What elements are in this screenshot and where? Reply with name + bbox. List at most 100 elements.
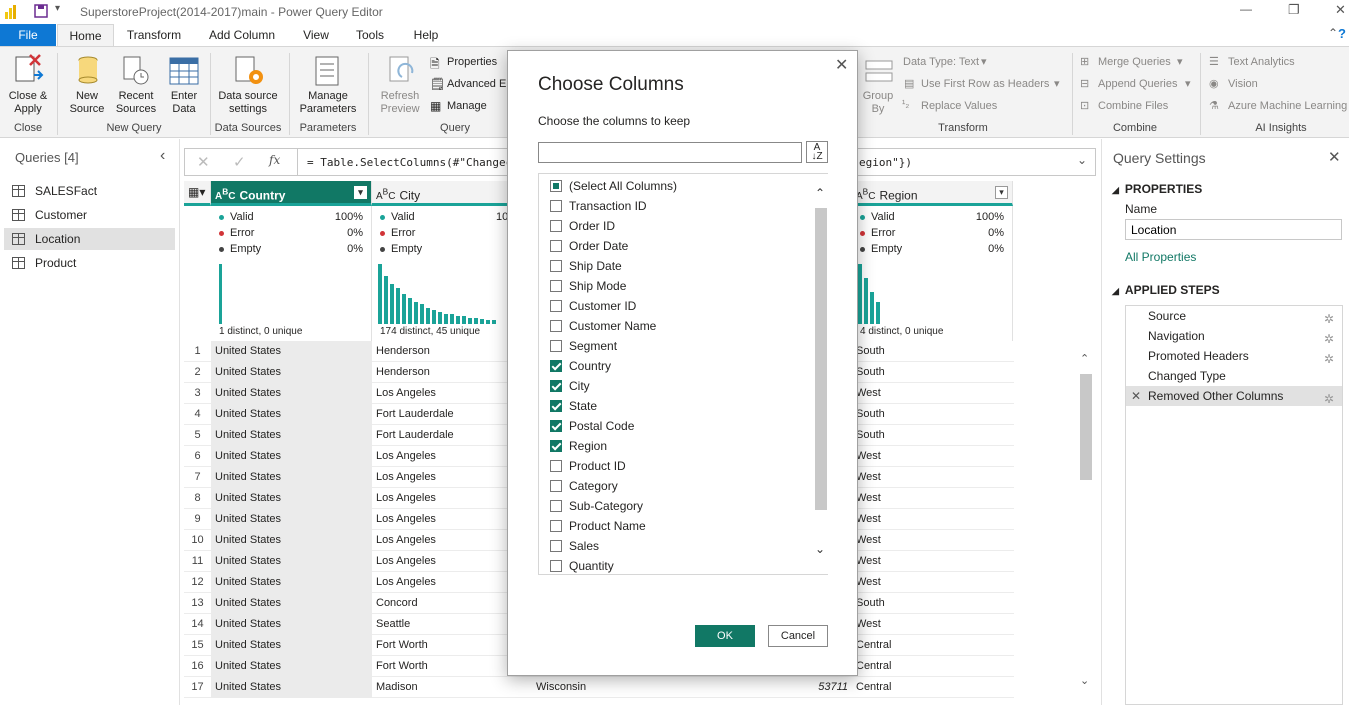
properties-section[interactable]: ◢ PROPERTIES [1112,182,1202,196]
step-removed-other-columns[interactable]: ✕ Removed Other Columns ✲ [1126,386,1342,406]
fx-icon[interactable]: fx [269,153,280,167]
gear-icon[interactable]: ✲ [1324,389,1334,409]
column-checkbox-item[interactable]: (Select All Columns) [549,176,677,196]
checkbox[interactable] [550,380,562,392]
column-checkbox-item[interactable]: Sales [549,536,599,556]
column-checkbox-item[interactable]: Product ID [549,456,626,476]
column-checkbox-item[interactable]: Country [549,356,611,376]
column-search-input[interactable] [538,142,802,163]
checkbox[interactable] [550,420,562,432]
all-properties-link[interactable]: All Properties [1125,250,1196,264]
append-queries-button[interactable]: Append Queries [1098,78,1178,90]
scroll-up-icon[interactable]: ⌃ [1080,352,1089,365]
column-checkbox-item[interactable]: State [549,396,597,416]
recent-sources-button[interactable]: Recent Sources [112,90,160,116]
query-item-product[interactable]: Product [4,252,175,274]
checkbox[interactable] [550,220,562,232]
enter-data-button[interactable]: Enter Data [162,90,206,116]
help-icon[interactable]: ? [1338,26,1346,41]
query-item-location[interactable]: Location [4,228,175,250]
expand-formula-icon[interactable]: ⌄ [1077,153,1087,167]
collapse-ribbon-icon[interactable]: ⌃ [1328,26,1338,40]
collapse-queries-icon[interactable]: ‹ [160,147,165,165]
close-apply-button[interactable]: Close & Apply [4,90,52,116]
restore-icon[interactable]: ❐ [1288,2,1300,18]
checkbox[interactable] [550,540,562,552]
use-first-row-button[interactable]: Use First Row as Headers [921,78,1049,90]
sort-az-button[interactable]: A ↓Z [806,141,828,163]
scroll-down-icon[interactable]: ⌄ [815,542,825,556]
checkbox[interactable] [550,260,562,272]
combine-files-button[interactable]: Combine Files [1098,100,1168,112]
filter-dropdown-icon[interactable]: ▾ [354,186,367,199]
column-checkbox-item[interactable]: Order Date [549,236,628,256]
quick-access-dropdown-icon[interactable]: ▾ [55,3,60,14]
step-source[interactable]: Source ✲ [1126,306,1342,326]
tab-add-column[interactable]: Add Column [196,24,288,46]
query-item-salesfact[interactable]: SALESFact [4,180,175,202]
tab-file[interactable]: File [0,24,56,46]
column-header-region[interactable]: ABC Region ▾ [852,181,1013,206]
advanced-editor-button[interactable]: Advanced E [447,78,506,90]
step-promoted-headers[interactable]: Promoted Headers ✲ [1126,346,1342,366]
checkbox[interactable] [550,520,562,532]
save-icon[interactable] [34,4,48,18]
manage-button[interactable]: Manage [447,100,487,112]
checkbox[interactable] [550,240,562,252]
ok-button[interactable]: OK [695,625,755,647]
column-header-country[interactable]: ABC Country ▾ [211,181,372,206]
tab-tools[interactable]: Tools [346,24,394,46]
column-checkbox-item[interactable]: Customer Name [549,316,656,336]
properties-button[interactable]: Properties [447,56,497,68]
column-checkbox-item[interactable]: Ship Date [549,256,622,276]
minimize-icon[interactable]: — [1240,2,1252,16]
checkbox[interactable] [550,460,562,472]
refresh-preview-button[interactable]: Refresh Preview [374,90,426,116]
column-checkbox-item[interactable]: Customer ID [549,296,636,316]
merge-queries-button[interactable]: Merge Queries [1098,56,1171,68]
checkbox[interactable] [550,360,562,372]
data-source-settings-button[interactable]: Data source settings [214,90,282,116]
column-checkbox-item[interactable]: Postal Code [549,416,634,436]
column-checkbox-item[interactable]: Region [549,436,607,456]
cancel-formula-icon[interactable]: ✕ [197,153,210,171]
column-checkbox-item[interactable]: Product Name [549,516,646,536]
checkbox[interactable] [550,340,562,352]
list-scrollbar[interactable]: ⌃ ⌄ [812,174,828,574]
step-navigation[interactable]: Navigation ✲ [1126,326,1342,346]
checkbox[interactable] [550,440,562,452]
data-type-dropdown[interactable]: Data Type: Text [903,56,979,68]
tab-view[interactable]: View [294,24,338,46]
new-source-button[interactable]: New Source [62,90,112,116]
checkbox[interactable] [550,200,562,212]
scrollbar-thumb[interactable] [1080,374,1092,480]
manage-parameters-button[interactable]: Manage Parameters [293,90,363,116]
cancel-button[interactable]: Cancel [768,625,828,647]
column-checkbox-item[interactable]: Order ID [549,216,615,236]
column-checkbox-item[interactable]: Segment [549,336,617,356]
column-checkbox-item[interactable]: Ship Mode [549,276,626,296]
query-name-input[interactable] [1125,219,1342,240]
checkbox[interactable] [550,500,562,512]
checkbox[interactable] [550,560,562,572]
checkbox[interactable] [550,280,562,292]
checkbox[interactable] [550,180,562,192]
text-analytics-button[interactable]: Text Analytics [1228,56,1295,68]
table-menu-icon[interactable]: ▦▾ [184,181,211,206]
close-settings-icon[interactable]: ✕ [1328,148,1341,166]
column-checkbox-item[interactable]: Category [549,476,618,496]
step-changed-type[interactable]: Changed Type [1126,366,1342,386]
confirm-formula-icon[interactable]: ✓ [233,153,246,171]
checkbox[interactable] [550,320,562,332]
scroll-up-icon[interactable]: ⌃ [815,186,825,200]
vision-button[interactable]: Vision [1228,78,1258,90]
tab-home[interactable]: Home [57,24,114,46]
column-checkbox-item[interactable]: Transaction ID [549,196,647,216]
tab-help[interactable]: Help [404,24,448,46]
group-by-button[interactable]: Group By [858,90,898,116]
filter-dropdown-icon[interactable]: ▾ [995,186,1008,199]
table-row[interactable]: 17 United States Madison Wisconsin 53711 Cent… [184,677,1014,698]
column-checkbox-item[interactable]: Sub-Category [549,496,643,516]
applied-steps-section[interactable]: ◢ APPLIED STEPS [1112,283,1220,297]
checkbox[interactable] [550,400,562,412]
